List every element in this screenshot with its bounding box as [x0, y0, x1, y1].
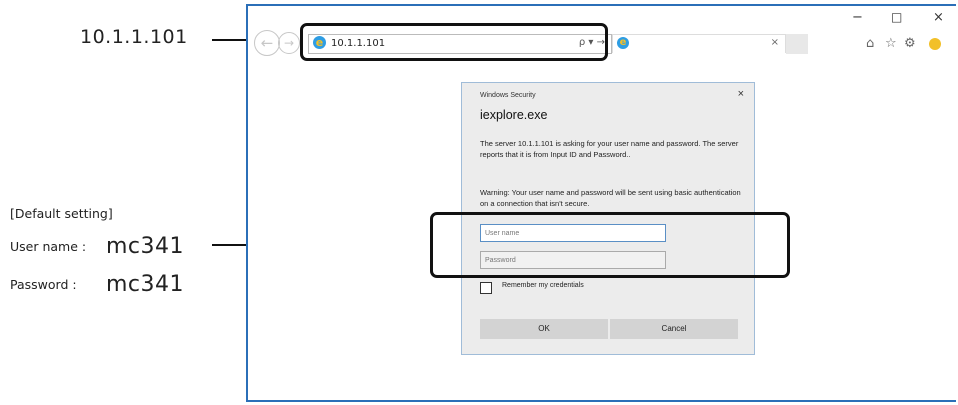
password-annotation-value: mc341: [106, 272, 185, 297]
browser-tab[interactable]: e ×: [612, 34, 786, 53]
star-icon[interactable]: ☆: [885, 36, 897, 51]
dialog-title: Windows Security: [480, 92, 536, 99]
forward-arrow-icon[interactable]: →: [278, 32, 300, 54]
dialog-warning: Warning: Your user name and password wil…: [480, 188, 741, 208]
default-password-row: Password : mc341: [10, 272, 184, 297]
ok-button[interactable]: OK: [480, 319, 608, 339]
internet-explorer-tab-icon: e: [617, 37, 629, 49]
maximize-button[interactable]: □: [891, 10, 902, 24]
tab-close-icon[interactable]: ×: [771, 37, 779, 48]
new-tab-button[interactable]: [786, 34, 808, 54]
close-window-button[interactable]: ×: [933, 10, 944, 25]
dialog-close-icon[interactable]: ×: [738, 88, 744, 100]
default-username-row: User name : mc341: [10, 234, 184, 259]
address-bar-highlight: [300, 23, 608, 61]
home-icon[interactable]: ⌂: [866, 36, 874, 51]
default-setting-label: [Default setting]: [10, 206, 113, 221]
back-arrow-icon[interactable]: ←: [254, 30, 280, 56]
remember-credentials-checkbox[interactable]: [480, 282, 492, 294]
credentials-highlight: [430, 212, 790, 278]
username-annotation-value: mc341: [106, 234, 185, 259]
username-annotation-label: User name :: [10, 239, 87, 254]
cancel-button[interactable]: Cancel: [610, 319, 738, 339]
gear-icon[interactable]: ⚙: [904, 36, 916, 51]
password-annotation-label: Password :: [10, 277, 77, 292]
minimize-button[interactable]: −: [852, 10, 863, 25]
dialog-app-name: iexplore.exe: [480, 108, 548, 122]
remember-credentials-label: Remember my credentials: [502, 282, 584, 289]
ip-address-annotation: 10.1.1.101: [80, 26, 188, 48]
smiley-icon[interactable]: [929, 38, 941, 50]
dialog-message: The server 10.1.1.101 is asking for your…: [480, 139, 739, 159]
